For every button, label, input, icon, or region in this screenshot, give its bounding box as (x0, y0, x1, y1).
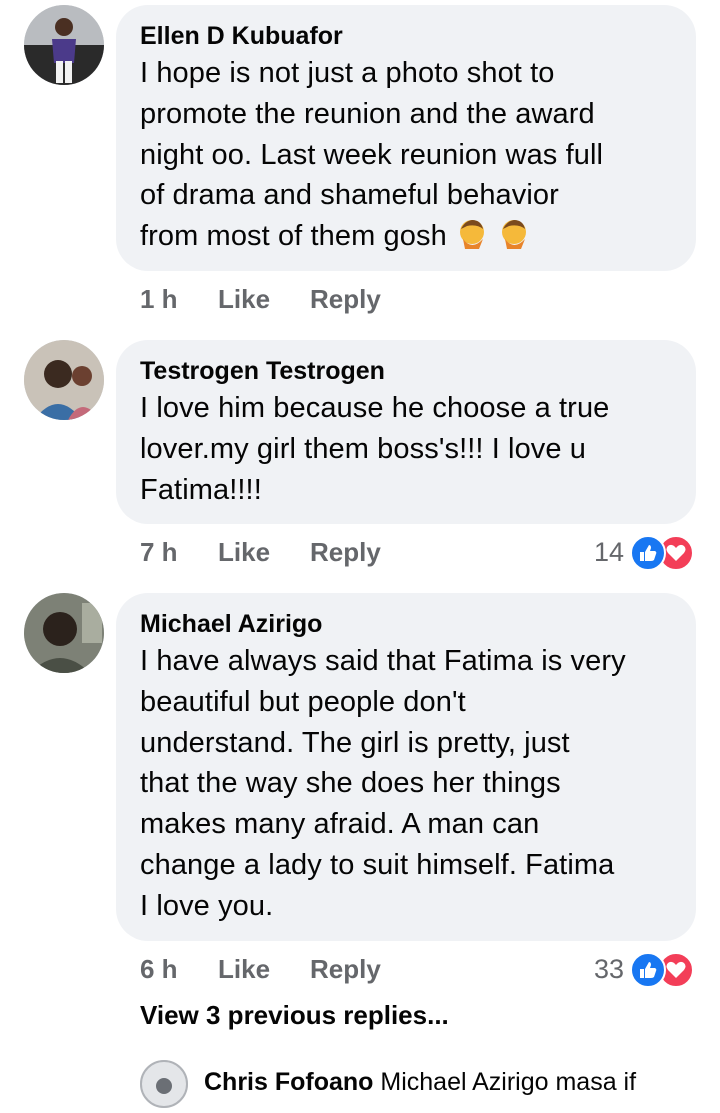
like-button[interactable]: Like (218, 284, 270, 315)
comment-meta: 6 h Like Reply 33 (140, 950, 696, 990)
like-icon (630, 535, 666, 571)
reply-button[interactable]: Reply (310, 537, 381, 568)
avatar[interactable] (24, 5, 104, 85)
reaction-count: 14 (593, 537, 624, 567)
comment-text: I hope is not just a photo shot to promo… (140, 53, 672, 263)
facepalm-emoji-icon (497, 217, 531, 263)
comment-line: I love you. (140, 889, 274, 922)
comment-line: night oo. Last week reunion was full (140, 138, 604, 171)
comment-meta: 1 h Like Reply (140, 280, 696, 320)
like-button[interactable]: Like (218, 537, 270, 568)
reaction-count: 33 (593, 954, 624, 984)
comment-time[interactable]: 7 h (140, 537, 178, 568)
comment-line: Fatima!!!! (140, 473, 262, 506)
comment-bubble: Testrogen Testrogen I love him because h… (116, 340, 696, 524)
comment-bubble: Michael Azirigo I have always said that … (116, 593, 696, 941)
reply-button[interactable]: Reply (310, 954, 381, 985)
comment-author[interactable]: Ellen D Kubuafor (140, 19, 672, 53)
comment-line: from most of them gosh (140, 220, 447, 253)
comment-line: understand. The girl is pretty, just (140, 726, 570, 759)
comment-text: I have always said that Fatima is very b… (140, 641, 672, 927)
facepalm-emoji-icon (455, 217, 489, 263)
comment-bubble: Ellen D Kubuafor I hope is not just a ph… (116, 5, 696, 271)
avatar[interactable] (24, 593, 104, 673)
comment-line: change a lady to suit himself. Fatima (140, 848, 615, 881)
comment-meta: 7 h Like Reply 14 (140, 533, 696, 573)
comment-author[interactable]: Michael Azirigo (140, 607, 672, 641)
comment-line: beautiful but people don't (140, 685, 466, 718)
reply-author[interactable]: Chris Fofoano (204, 1068, 373, 1096)
avatar[interactable] (140, 1060, 188, 1108)
comment-line: I have always said that Fatima is very (140, 645, 626, 677)
view-previous-replies-link[interactable]: View 3 previous replies... (140, 1000, 449, 1031)
reply-preview-text: Chris Fofoano Michael Azirigo masa if (204, 1068, 636, 1097)
reply-button[interactable]: Reply (310, 284, 381, 315)
comment-text: I love him because he choose a true love… (140, 388, 672, 510)
comment-line: promote the reunion and the award (140, 97, 595, 130)
comment-line: makes many afraid. A man can (140, 808, 540, 841)
avatar-photo-icon (140, 1060, 188, 1108)
comment-line: I hope is not just a photo shot to (140, 57, 555, 89)
comment-line: of drama and shameful behavior (140, 179, 559, 212)
avatar[interactable] (24, 340, 104, 420)
comment-line: I love him because he choose a true (140, 392, 610, 424)
comment-line-with-emoji: from most of them gosh (140, 216, 672, 263)
reply-body: Michael Azirigo masa if (380, 1068, 637, 1096)
comment-line: that the way she does her things (140, 767, 561, 800)
comment-line: lover.my girl them boss's!!! I love u (140, 432, 587, 465)
avatar-photo-icon (24, 593, 104, 673)
comment-author[interactable]: Testrogen Testrogen (140, 354, 672, 388)
like-icon (630, 952, 666, 988)
reply-preview: Chris Fofoano Michael Azirigo masa if (140, 1060, 720, 1108)
comment-time[interactable]: 6 h (140, 954, 178, 985)
comment-time[interactable]: 1 h (140, 284, 178, 315)
avatar-photo-icon (24, 340, 104, 420)
like-button[interactable]: Like (218, 954, 270, 985)
avatar-photo-icon (24, 5, 104, 85)
